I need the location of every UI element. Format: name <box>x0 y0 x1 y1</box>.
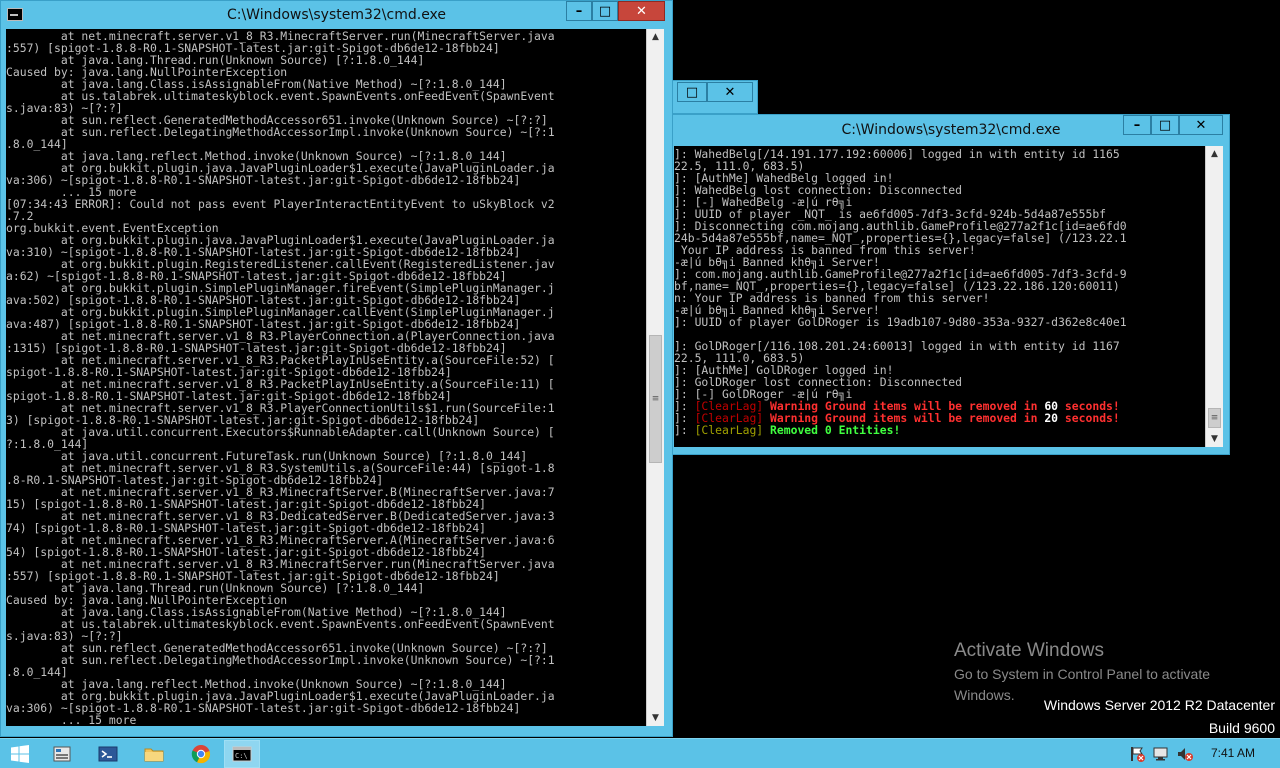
desktop: □ ✕ C:\Windows\system32\cmd.exe – □ ✕ ]:… <box>0 0 1280 738</box>
secondary-cmd-window[interactable]: C:\Windows\system32\cmd.exe – □ ✕ ]: Wah… <box>672 114 1230 455</box>
console-line: at sun.reflect.DelegatingMethodAccessorI… <box>60 125 555 139</box>
server-manager-button[interactable] <box>44 740 80 768</box>
watermark-title: Activate Windows <box>954 640 1104 661</box>
powershell-icon <box>98 746 118 762</box>
secondary-window-titlebar[interactable]: C:\Windows\system32\cmd.exe – □ ✕ <box>673 115 1229 143</box>
scroll-down-arrow-icon[interactable]: ▼ <box>647 710 664 726</box>
scroll-up-arrow-icon[interactable]: ▲ <box>647 29 664 45</box>
scroll-up-arrow-icon[interactable]: ▲ <box>1206 146 1223 162</box>
console-line: ]: [ClearLag] Removed 0 Entities! <box>674 423 901 437</box>
chrome-icon <box>191 745 211 764</box>
file-explorer-button[interactable] <box>136 740 172 768</box>
back-window-close-button[interactable]: ✕ <box>707 82 753 102</box>
console-line: at sun.reflect.DelegatingMethodAccessorI… <box>60 653 555 667</box>
start-button[interactable] <box>2 740 38 768</box>
console-line: ]: UUID of player GolDRoger is 19adb107-… <box>674 315 1127 329</box>
build-number: Build 9600 <box>1208 720 1275 736</box>
powershell-button[interactable] <box>90 740 126 768</box>
grip-icon: ≡ <box>1210 413 1219 423</box>
main-console-text: at net.minecraft.server.v1_8_R3.Minecraf… <box>6 29 646 726</box>
taskbar-clock[interactable]: 7:41 AM <box>1198 746 1268 760</box>
console-line: [07:34:43 ERROR]: Could not pass event P… <box>6 197 555 211</box>
main-window-titlebar[interactable]: C:\Windows\system32\cmd.exe – □ ✕ <box>1 1 672 29</box>
secondary-console-scrollbar[interactable]: ▲ ≡ ▼ <box>1205 146 1223 447</box>
taskbar: C:\ 7:41 AM <box>0 738 1280 768</box>
main-cmd-window[interactable]: C:\Windows\system32\cmd.exe – □ ✕ at net… <box>0 0 673 737</box>
main-window-maximize-button[interactable]: □ <box>592 1 618 21</box>
server-manager-icon <box>53 746 71 762</box>
scroll-down-arrow-icon[interactable]: ▼ <box>1206 431 1223 447</box>
cmd-icon: C:\ <box>232 746 252 762</box>
secondary-console-output[interactable]: ]: WahedBelg[/14.191.177.192:60006] logg… <box>674 146 1205 447</box>
secondary-window-close-button[interactable]: ✕ <box>1179 115 1223 135</box>
volume-muted-icon[interactable] <box>1176 745 1194 763</box>
action-center-flag-icon[interactable] <box>1128 745 1146 763</box>
system-tray <box>1128 739 1194 768</box>
chrome-button[interactable] <box>183 740 219 768</box>
main-window-close-button[interactable]: ✕ <box>618 1 665 21</box>
windows-logo-icon <box>11 745 29 763</box>
folder-icon <box>144 748 164 762</box>
secondary-window-maximize-button[interactable]: □ <box>1151 115 1179 135</box>
svg-text:C:\: C:\ <box>235 752 248 760</box>
main-console-scrollbar[interactable]: ▲ ≡ ▼ <box>646 29 664 726</box>
secondary-window-minimize-button[interactable]: – <box>1123 115 1151 135</box>
main-window-minimize-button[interactable]: – <box>566 1 592 21</box>
grip-icon: ≡ <box>651 394 660 404</box>
console-line: ... 15 more <box>60 713 137 726</box>
back-cmd-window[interactable]: □ ✕ <box>672 80 758 114</box>
main-console-output[interactable]: at net.minecraft.server.v1_8_R3.Minecraf… <box>6 29 646 726</box>
secondary-console-text: ]: WahedBelg[/14.191.177.192:60006] logg… <box>674 146 1205 436</box>
windows-edition-info: Windows Server 2012 R2 Datacenter Build … <box>1044 694 1275 740</box>
back-window-maximize-button[interactable]: □ <box>677 82 707 102</box>
scrollbar-thumb[interactable]: ≡ <box>649 335 662 463</box>
network-icon[interactable] <box>1152 745 1170 763</box>
command-prompt-button[interactable]: C:\ <box>224 740 260 768</box>
scrollbar-thumb[interactable]: ≡ <box>1208 408 1221 428</box>
edition-name: Windows Server 2012 R2 Datacenter <box>1043 697 1275 713</box>
